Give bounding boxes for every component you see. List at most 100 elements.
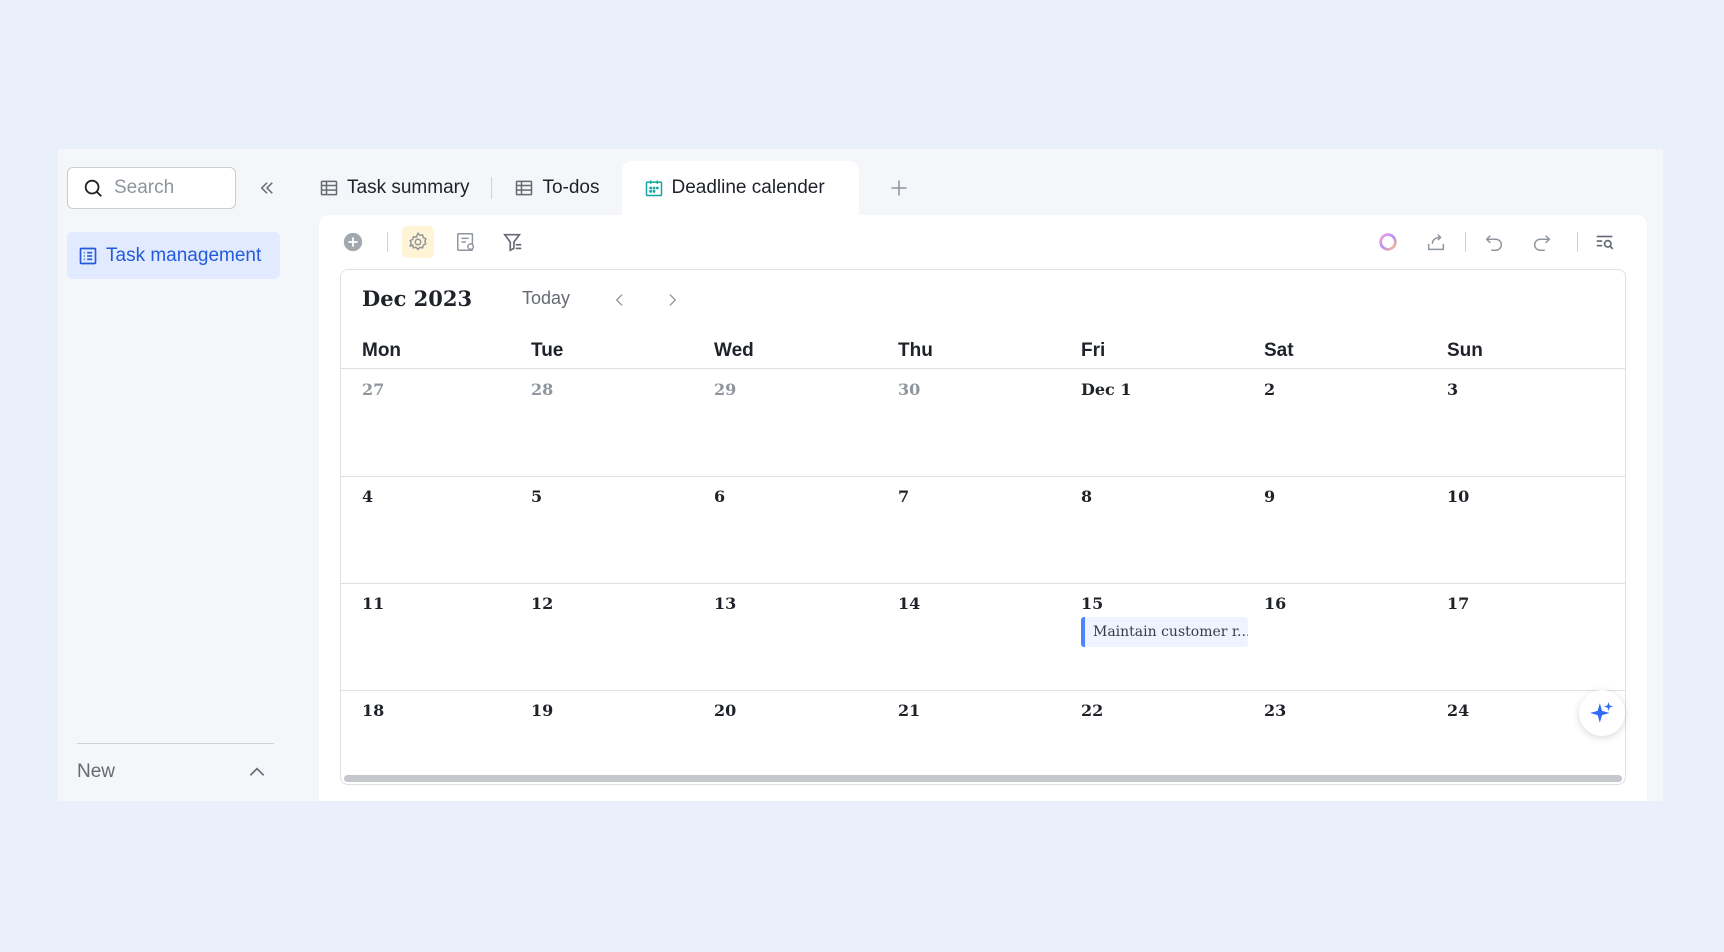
add-view-button[interactable] [885,174,913,202]
week-row: 18 19 20 21 22 23 24 [341,691,1625,784]
redo-button[interactable] [1526,226,1558,258]
day-number[interactable]: 8 [1081,487,1092,506]
day-number[interactable]: 13 [714,594,736,613]
tab-task-summary[interactable]: Task summary [297,161,491,215]
day-number[interactable]: 29 [714,380,736,399]
toolbar [319,215,1647,269]
weekday-label: Mon [362,340,402,361]
chevron-left-icon [615,294,623,306]
toolbar-separator [1577,232,1578,252]
day-number[interactable]: 12 [531,594,553,613]
search-icon [84,179,102,197]
today-button[interactable]: Today [522,288,570,309]
card-settings-button[interactable] [450,226,482,258]
chevron-right-icon [669,294,677,306]
day-number[interactable]: 16 [1264,594,1286,613]
day-number[interactable]: 11 [362,594,384,613]
month-calendar: Dec 2023 Today Mon Tue Wed Thu Fri Sat Sun 27 2… [340,269,1626,785]
share-button[interactable] [1420,226,1452,258]
new-section-toggle[interactable]: New [77,757,267,787]
sidebar-item-task-management[interactable]: Task management [67,232,280,279]
weekday-label: Tue [531,340,564,361]
filter-button[interactable] [497,226,529,258]
tab-deadline-calender[interactable]: Deadline calender [621,161,859,215]
day-number[interactable]: 18 [362,701,384,720]
collapse-sidebar-button[interactable] [254,175,280,201]
toolbar-separator [387,232,388,252]
calendar-panel: Dec 2023 Today Mon Tue Wed Thu Fri Sat Sun 27 2… [319,215,1647,801]
undo-button[interactable] [1478,226,1510,258]
week-row: 4 5 6 7 8 9 10 [341,477,1625,584]
calendar-event[interactable]: Maintain customer r... [1081,617,1248,647]
add-record-button[interactable] [337,226,369,258]
sidebar-item-label: Task management [106,244,262,266]
double-chevron-left-icon [260,182,273,194]
day-number[interactable]: 24 [1447,701,1469,720]
tab-to-dos[interactable]: To-dos [492,161,621,215]
day-number[interactable]: 10 [1447,487,1469,506]
view-tabs: Task summary To-dos Deadline calender [297,161,913,215]
sidebar: Task management New [58,149,297,801]
day-number[interactable]: 28 [531,380,553,399]
sparkle-icon [1590,702,1613,723]
tab-label: Deadline calender [671,177,825,198]
calendar-icon [645,180,662,197]
day-number[interactable]: 22 [1081,701,1103,720]
day-number[interactable]: 9 [1264,487,1275,506]
day-number[interactable]: 15 [1081,594,1103,613]
day-number[interactable]: 21 [898,701,920,720]
day-number[interactable]: 5 [531,487,542,506]
day-number[interactable]: 4 [362,487,373,506]
gear-icon [409,231,427,251]
toolbar-separator [1465,232,1466,252]
search-box[interactable] [67,167,236,209]
weekday-label: Wed [714,340,754,361]
day-number[interactable]: 19 [531,701,553,720]
weekday-label: Fri [1081,340,1106,361]
plus-icon [891,180,907,196]
list-search-icon [1596,235,1614,250]
calendar-header: Dec 2023 Today [341,270,1625,332]
prev-month-button[interactable] [610,290,630,310]
day-number[interactable]: 30 [898,380,920,399]
day-number[interactable]: 6 [714,487,725,506]
weekday-label: Sat [1264,340,1294,361]
day-number[interactable]: 14 [898,594,920,613]
search-records-button[interactable] [1589,226,1621,258]
tab-label: To-dos [542,177,600,198]
new-label: New [77,761,116,782]
ai-ring-icon [1379,233,1397,251]
settings-button[interactable] [402,226,434,258]
horizontal-scrollbar[interactable] [344,775,1622,782]
sidebar-divider [77,743,274,744]
day-number[interactable]: 23 [1264,701,1286,720]
ai-assistant-ring-button[interactable] [1372,226,1404,258]
grid-table-icon [516,180,533,196]
weekday-label: Sun [1447,340,1483,361]
day-number[interactable]: 3 [1447,380,1458,399]
day-number[interactable]: 7 [898,487,909,506]
filter-icon [503,233,522,252]
day-number[interactable]: 2 [1264,380,1275,399]
day-number[interactable]: Dec 1 [1081,380,1132,399]
ai-assistant-button[interactable] [1579,690,1625,736]
day-number[interactable]: 17 [1447,594,1469,613]
week-row: 11 12 13 14 15 Maintain customer r... 16 17 [341,584,1625,691]
plus-circle-icon [343,232,363,252]
day-number[interactable]: 27 [362,380,384,399]
weekday-header: Mon Tue Wed Thu Fri Sat Sun [341,336,1625,369]
tab-label: Task summary [347,177,470,198]
next-month-button[interactable] [662,290,682,310]
chevron-up-icon [249,767,265,776]
grid-table-icon [320,180,338,196]
day-number[interactable]: 20 [714,701,736,720]
table-list-icon [79,247,97,264]
week-row: 27 28 29 30 Dec 1 2 3 [341,370,1625,477]
redo-icon [1534,235,1551,251]
search-input[interactable] [114,177,224,199]
month-label: Dec 2023 [362,286,473,311]
weekday-label: Thu [898,340,933,361]
app-window: Task management New Task summary To-dos … [58,149,1663,801]
share-icon [1427,234,1445,251]
undo-icon [1485,235,1502,251]
